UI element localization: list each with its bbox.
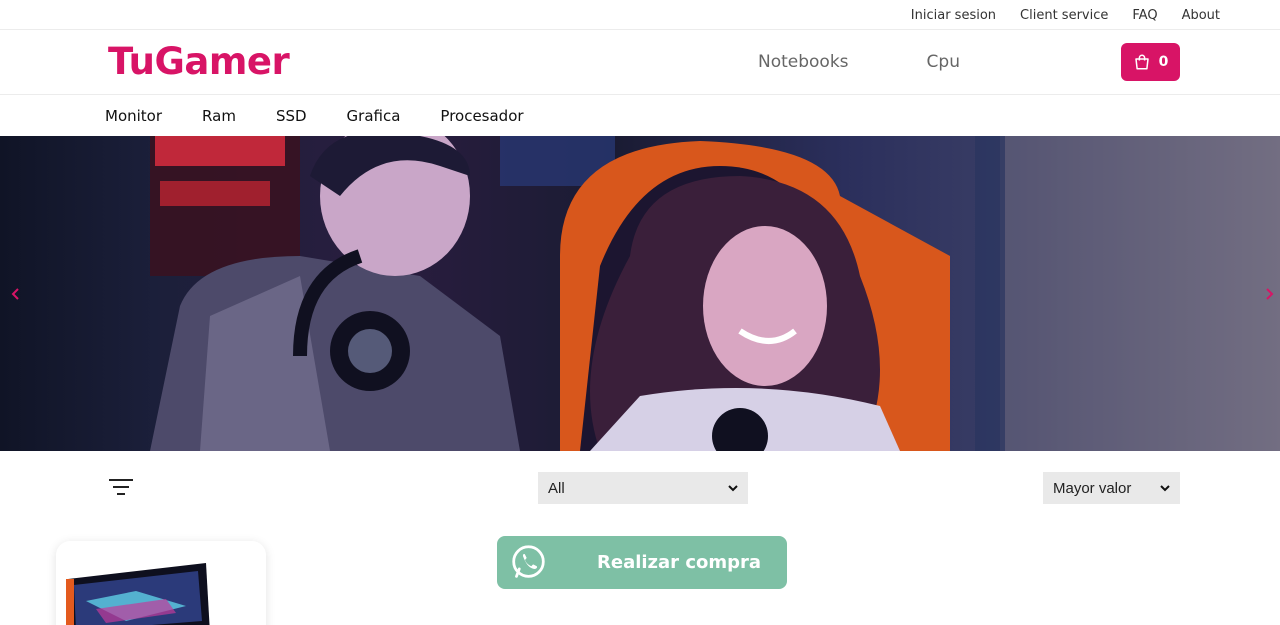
chevron-down-icon [1160, 485, 1170, 492]
carousel-prev-button[interactable] [8, 284, 24, 304]
shopping-bag-icon [1134, 54, 1149, 70]
filter-lines-icon [109, 479, 133, 495]
category-select-value: All [548, 479, 565, 497]
chevron-left-icon [11, 288, 19, 300]
product-card[interactable] [56, 541, 266, 625]
filter-button[interactable] [109, 478, 133, 496]
about-link[interactable]: About [1182, 8, 1220, 23]
main-header: TuGamer Notebooks Cpu 0 [0, 30, 1280, 95]
main-nav: Notebooks Cpu [758, 30, 960, 94]
nav-cpu[interactable]: Cpu [927, 52, 960, 72]
category-ram[interactable]: Ram [202, 107, 236, 125]
product-image [66, 563, 210, 625]
cart-button[interactable]: 0 [1121, 43, 1180, 81]
category-procesador[interactable]: Procesador [440, 107, 523, 125]
top-utility-bar: Iniciar sesion Client service FAQ About [0, 0, 1280, 30]
hero-image [150, 136, 1280, 451]
faq-link[interactable]: FAQ [1132, 8, 1157, 23]
category-monitor[interactable]: Monitor [105, 107, 162, 125]
carousel-next-button[interactable] [1261, 284, 1277, 304]
category-nav: Monitor Ram SSD Grafica Procesador [0, 95, 1280, 136]
checkout-label: Realizar compra [597, 552, 762, 573]
sort-select[interactable]: Mayor valor [1043, 472, 1180, 504]
nav-notebooks[interactable]: Notebooks [758, 52, 849, 72]
cart-count: 0 [1158, 54, 1169, 70]
whatsapp-icon [512, 545, 545, 578]
chevron-right-icon [1266, 288, 1274, 300]
login-link[interactable]: Iniciar sesion [911, 8, 996, 23]
client-service-link[interactable]: Client service [1020, 8, 1108, 23]
utility-links: Iniciar sesion Client service FAQ About [911, 0, 1220, 30]
checkout-button[interactable]: Realizar compra [497, 536, 787, 589]
site-logo[interactable]: TuGamer [108, 40, 290, 83]
chevron-down-icon [728, 485, 738, 492]
category-ssd[interactable]: SSD [276, 107, 307, 125]
hero-carousel [0, 136, 1280, 451]
sort-select-value: Mayor valor [1053, 479, 1132, 497]
category-select[interactable]: All [538, 472, 748, 504]
category-grafica[interactable]: Grafica [347, 107, 401, 125]
